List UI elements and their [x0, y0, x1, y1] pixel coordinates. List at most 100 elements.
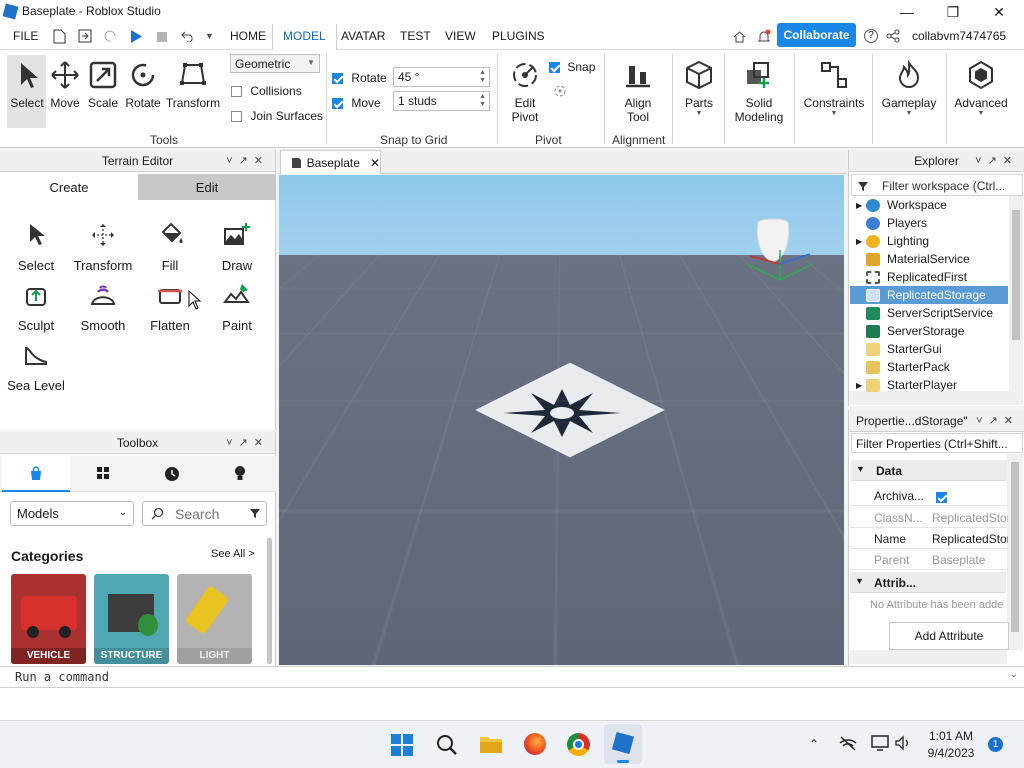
toolbox-scrollbar[interactable]	[267, 538, 272, 664]
terrain-paint-tool[interactable]: Paint	[204, 280, 270, 333]
rotate-snap-input[interactable]: 45 ° ▲ ▼	[393, 67, 490, 87]
notification-badge[interactable]: 1	[988, 737, 1003, 752]
solid-modeling-button[interactable]: Solid Modeling	[728, 60, 790, 124]
tree-item-replicatedfirst[interactable]: ReplicatedFirst	[850, 268, 1008, 286]
panel-header-buttons[interactable]: ˅↗✕	[976, 414, 1019, 427]
move-tool-button[interactable]: Move	[47, 60, 83, 110]
windows-start-icon[interactable]	[391, 734, 413, 756]
command-bar[interactable]: Run a command ⌄	[0, 666, 1024, 688]
recent-clock-icon[interactable]	[164, 466, 180, 482]
username[interactable]: collabvm7474765	[912, 29, 1006, 43]
help-icon[interactable]: ?	[864, 29, 878, 43]
terrain-tab-create[interactable]: Create	[0, 174, 138, 200]
join-surfaces-checkbox[interactable]: Join Surfaces	[231, 109, 323, 123]
panel-header-buttons[interactable]: ˅↗✕	[975, 154, 1018, 167]
move-snap-input[interactable]: 1 studs ▲ ▼	[393, 91, 490, 111]
select-tool-button[interactable]: Select	[8, 60, 46, 110]
stop-icon[interactable]	[157, 32, 167, 42]
terrain-sea-level-tool[interactable]: Sea Level	[3, 340, 69, 393]
scrollbar-thumb[interactable]	[1012, 210, 1020, 340]
terrain-select-tool[interactable]: Select	[3, 220, 69, 273]
collaborate-button[interactable]: Collaborate	[777, 23, 856, 47]
new-file-icon[interactable]	[53, 29, 66, 44]
terrain-smooth-tool[interactable]: Smooth	[70, 280, 136, 333]
publish-icon[interactable]	[78, 29, 92, 43]
clock-date[interactable]: 9/4/2023	[920, 746, 982, 760]
tree-item-starterpack[interactable]: StarterPack	[850, 358, 1008, 376]
terrain-sculpt-tool[interactable]: Sculpt	[3, 280, 69, 333]
tree-item-materialservice[interactable]: MaterialService	[850, 250, 1008, 268]
undo-icon[interactable]	[181, 30, 196, 42]
align-tool-button[interactable]: Align Tool	[614, 60, 662, 124]
scrollbar-thumb[interactable]	[1011, 462, 1019, 632]
parts-button[interactable]: Parts ▼	[680, 60, 718, 117]
chrome-icon[interactable]	[567, 733, 590, 756]
category-dropdown[interactable]: Models ⌄	[10, 501, 134, 526]
move-snap-checkbox[interactable]: Move	[332, 96, 381, 110]
inventory-grid-icon[interactable]	[96, 466, 111, 481]
close-button[interactable]: ✕	[976, 0, 1022, 24]
tree-item-startergui[interactable]: StarterGui	[850, 340, 1008, 358]
panel-header-buttons[interactable]: ˅↗✕	[226, 154, 269, 167]
file-menu[interactable]: FILE	[13, 29, 38, 43]
tab-model[interactable]: MODEL	[272, 24, 337, 50]
properties-h-scrollbar[interactable]	[849, 650, 1007, 664]
terrain-transform-tool[interactable]: Transform	[70, 220, 136, 273]
transform-tool-button[interactable]: Transform	[165, 60, 221, 110]
terrain-tab-edit[interactable]: Edit	[138, 174, 276, 200]
tree-item-workspace[interactable]: ▶ Workspace	[850, 196, 1008, 214]
data-section-header[interactable]: ▼ Data	[851, 460, 1007, 481]
expand-arrow-icon[interactable]: ▶	[850, 201, 866, 210]
expand-arrow-icon[interactable]: ▶	[850, 381, 866, 390]
tab-home[interactable]: HOME	[230, 29, 266, 43]
properties-filter-input[interactable]: Filter Properties (Ctrl+Shift...	[851, 433, 1023, 453]
view-selector-cube[interactable]	[744, 210, 824, 290]
edit-pivot-button[interactable]: Edit Pivot	[503, 60, 547, 124]
prop-row-archivable[interactable]: Archiva...	[850, 485, 1008, 506]
prop-row-name[interactable]: Name ReplicatedStor	[850, 528, 1008, 549]
minimize-button[interactable]: —	[884, 0, 930, 24]
terrain-fill-tool[interactable]: Fill	[137, 220, 203, 273]
expand-arrow-icon[interactable]: ▶	[850, 237, 866, 246]
panel-header-buttons[interactable]: ˅↗✕	[226, 436, 269, 449]
category-card-vehicle[interactable]: VEHICLE	[11, 574, 86, 664]
play-icon[interactable]	[129, 29, 143, 44]
show-hidden-icons-chevron[interactable]: ⌃	[809, 737, 819, 751]
advanced-button[interactable]: Advanced ▼	[952, 60, 1010, 117]
spawn-location[interactable]	[467, 362, 665, 458]
redo-disabled-icon[interactable]	[103, 30, 117, 42]
pivot-snap-checkbox[interactable]: Snap	[549, 60, 595, 74]
search-icon[interactable]	[436, 734, 458, 756]
file-explorer-icon[interactable]	[479, 734, 503, 754]
tab-view[interactable]: VIEW	[445, 29, 476, 43]
archivable-checkbox[interactable]	[936, 492, 947, 504]
network-disconnected-icon[interactable]	[838, 735, 858, 751]
roblox-studio-taskbar-button[interactable]	[604, 724, 642, 764]
maximize-button[interactable]: ❐	[930, 0, 976, 24]
see-all-link[interactable]: See All >	[211, 548, 255, 560]
tree-item-lighting[interactable]: ▶ Lighting	[850, 232, 1008, 250]
terrain-draw-tool[interactable]: Draw	[204, 220, 270, 273]
creations-lightbulb-icon[interactable]	[234, 465, 246, 482]
gameplay-button[interactable]: Gameplay ▼	[878, 60, 940, 117]
toolbox-search-input[interactable]: Search	[142, 501, 267, 526]
tab-test[interactable]: TEST	[400, 29, 431, 43]
notification-bell-icon[interactable]	[757, 29, 771, 44]
constraints-button[interactable]: Constraints ▼	[800, 60, 868, 117]
tree-item-serverstorage[interactable]: ServerStorage	[850, 322, 1008, 340]
volume-icon[interactable]	[894, 735, 912, 751]
pivot-target-icon[interactable]	[553, 84, 567, 98]
category-card-light[interactable]: LIGHT	[177, 574, 252, 664]
properties-scrollbar[interactable]	[1007, 454, 1023, 650]
toolbox-tab-marketplace[interactable]	[2, 456, 70, 492]
attributes-section-header[interactable]: ▼ Attrib...	[850, 572, 1006, 593]
spinner-icon[interactable]: ▲ ▼	[479, 69, 486, 85]
share-icon[interactable]	[886, 29, 900, 43]
tree-item-starterplayer[interactable]: ▶ StarterPlayer	[850, 376, 1008, 394]
tab-avatar[interactable]: AVATAR	[341, 29, 385, 43]
display-icon[interactable]	[871, 735, 889, 751]
category-card-structure[interactable]: STRUCTURE	[94, 574, 169, 664]
3d-viewport[interactable]	[279, 175, 844, 665]
prop-value[interactable]: ReplicatedStor	[932, 532, 1008, 546]
chevron-down-icon[interactable]: ⌄	[1010, 669, 1018, 680]
